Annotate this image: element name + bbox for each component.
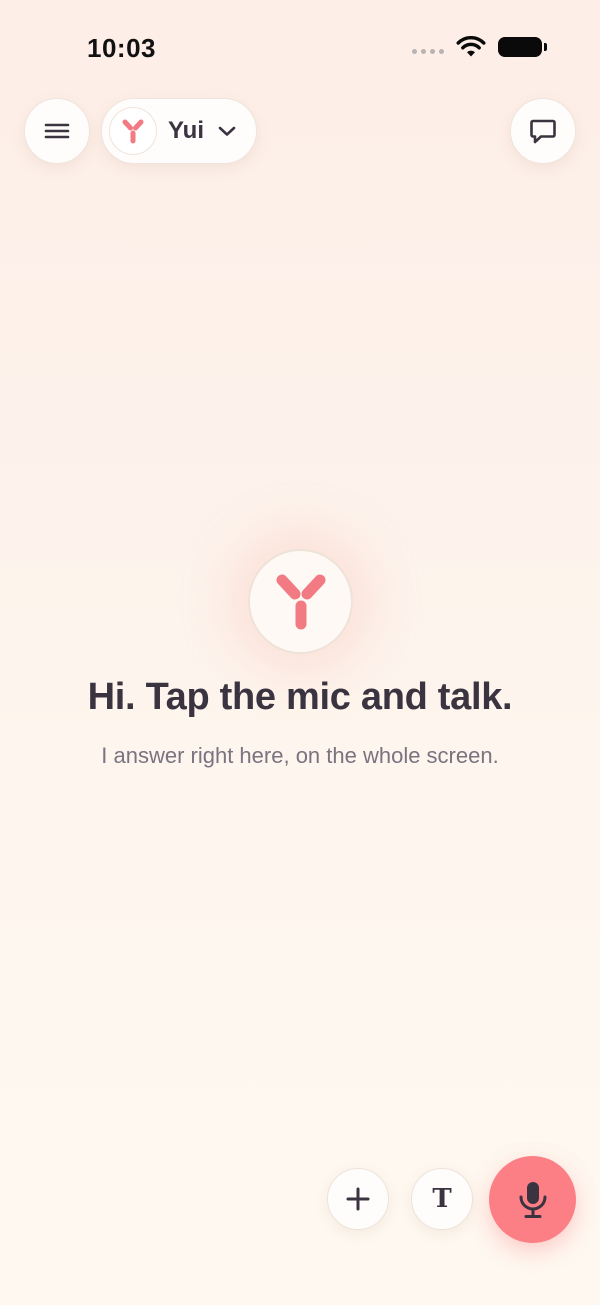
chevron-down-icon <box>218 125 236 137</box>
text-mode-button[interactable]: T <box>411 1168 473 1230</box>
wifi-icon <box>456 36 486 57</box>
chat-history-button[interactable] <box>510 98 576 164</box>
assistant-name: Yui <box>168 117 205 144</box>
menu-icon <box>44 123 70 139</box>
add-button[interactable] <box>327 1168 389 1230</box>
yui-logo-icon <box>122 119 144 144</box>
yui-logo-icon <box>276 574 325 629</box>
menu-button[interactable] <box>24 98 90 164</box>
assistant-avatar <box>109 107 157 155</box>
status-icons <box>412 36 547 58</box>
hero-logo <box>248 549 353 654</box>
status-bar: 10:03 <box>0 0 600 90</box>
microphone-icon <box>519 1181 546 1218</box>
mic-button[interactable] <box>489 1156 576 1243</box>
hero-subtitle: I answer right here, on the whole screen… <box>101 743 499 768</box>
battery-icon <box>498 37 547 57</box>
plus-icon <box>346 1187 370 1211</box>
cellular-signal-icon <box>412 48 444 54</box>
hero-title: Hi. Tap the mic and talk. <box>87 676 513 718</box>
assistant-selector[interactable]: Yui <box>101 98 257 164</box>
chat-bubble-icon <box>530 119 556 144</box>
status-time: 10:03 <box>87 33 156 63</box>
text-mode-icon: T <box>432 1184 452 1214</box>
